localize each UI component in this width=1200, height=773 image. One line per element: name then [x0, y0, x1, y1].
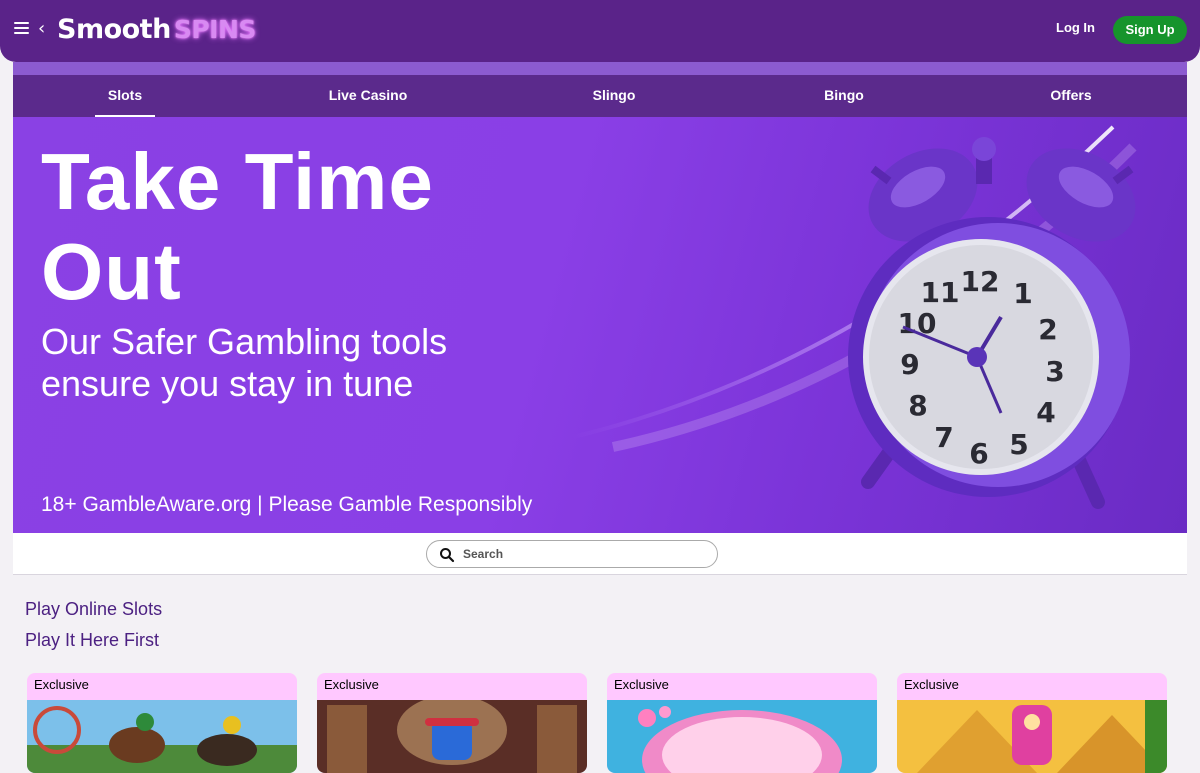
clock-number-1: 1: [1013, 277, 1032, 310]
clock-number-7: 7: [934, 421, 953, 454]
category-nav: Slots Live Casino Slingo Bingo Offers: [13, 75, 1187, 117]
search-icon: [440, 548, 455, 563]
search-bar[interactable]: [426, 540, 718, 568]
alarm-clock-illustration: 12 1 2 3 4 5 6 7 8 9 10 11: [848, 137, 1136, 509]
clock-number-8: 8: [908, 389, 927, 422]
logo[interactable]: Smooth SPINS: [57, 14, 256, 48]
clock-number-4: 4: [1036, 396, 1055, 429]
exclusive-badge: Exclusive: [324, 677, 379, 692]
chevron-left-icon[interactable]: ‹: [38, 19, 45, 39]
banner-title: Take Time Out: [41, 137, 434, 317]
tab-offers[interactable]: Offers: [1036, 75, 1106, 117]
card-top-strip: [13, 62, 1187, 75]
login-button[interactable]: Log In: [1046, 20, 1105, 40]
logo-text-primary: Smooth: [57, 14, 171, 45]
game-tile[interactable]: Exclusive: [897, 673, 1167, 773]
game-tile[interactable]: Exclusive: [607, 673, 877, 773]
search-input[interactable]: [461, 544, 711, 564]
banner-title-line1: Take Time: [41, 137, 434, 226]
clock-number-12: 12: [961, 265, 1000, 298]
banner-subtitle-line2: ensure you stay in tune: [41, 363, 414, 404]
tab-bingo[interactable]: Bingo: [809, 75, 879, 117]
game-thumbnail: [27, 700, 297, 773]
top-bar: ‹ Smooth SPINS Log In Sign Up: [0, 0, 1200, 62]
promo-banner[interactable]: Take Time Out Our Safer Gambling tools e…: [13, 117, 1187, 533]
tab-slingo[interactable]: Slingo: [579, 75, 649, 117]
clock-number-6: 6: [969, 437, 988, 470]
section-heading-slots: Play Online Slots: [25, 599, 163, 619]
game-thumbnail: [317, 700, 587, 773]
exclusive-badge: Exclusive: [34, 677, 89, 692]
clock-number-11: 11: [921, 276, 960, 309]
clock-number-10: 10: [898, 307, 937, 340]
logo-text-secondary: SPINS: [173, 15, 257, 44]
banner-title-line2: Out: [41, 227, 182, 316]
game-tile[interactable]: Exclusive: [27, 673, 297, 773]
hamburger-icon[interactable]: [14, 22, 29, 36]
section-subheading: Play It Here First: [25, 630, 160, 650]
main-card: Slots Live Casino Slingo Bingo Offers Ta…: [13, 62, 1187, 575]
exclusive-badge: Exclusive: [904, 677, 959, 692]
clock-number-5: 5: [1009, 428, 1028, 461]
game-tile[interactable]: Exclusive: [317, 673, 587, 773]
exclusive-badge: Exclusive: [614, 677, 669, 692]
banner-subtitle-line1: Our Safer Gambling tools: [41, 321, 448, 362]
responsible-gambling-notice: 18+ GambleAware.org | Please Gamble Resp…: [41, 493, 533, 516]
game-thumbnail: [897, 700, 1167, 773]
clock-number-2: 2: [1038, 313, 1057, 346]
signup-button[interactable]: Sign Up: [1113, 16, 1187, 44]
clock-number-9: 9: [900, 348, 919, 381]
game-thumbnail: [607, 700, 877, 773]
tab-live-casino[interactable]: Live Casino: [313, 75, 423, 117]
clock-number-3: 3: [1045, 355, 1064, 388]
tab-slots[interactable]: Slots: [95, 75, 155, 117]
banner-subtitle: Our Safer Gambling tools ensure you stay…: [41, 321, 447, 405]
